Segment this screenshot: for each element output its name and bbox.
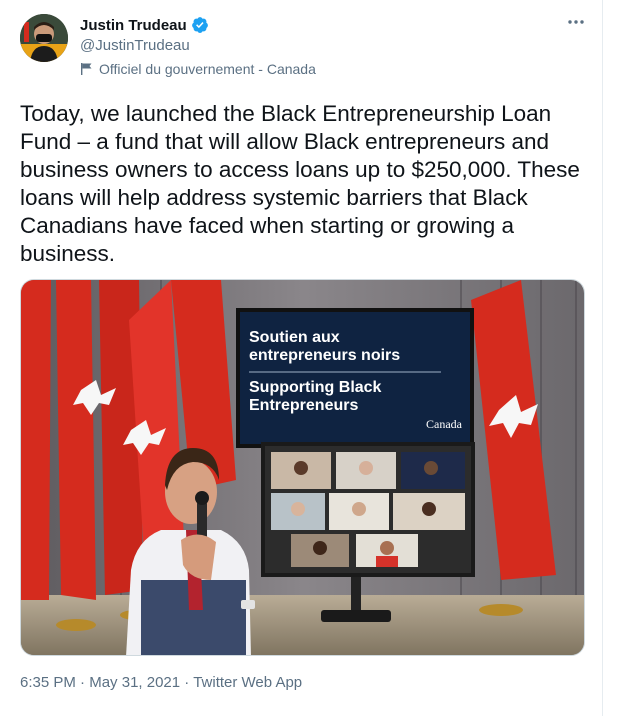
screen-title-en-line1: Supporting Black — [249, 379, 382, 396]
screen-title-fr-line1: Soutien aux — [249, 329, 340, 346]
screen-brand: Canada — [426, 417, 463, 431]
person-with-mask-avatar-icon — [20, 14, 68, 62]
tweet-footer: 6:35 PM · May 31, 2021 · Twitter Web App — [20, 674, 302, 691]
event-photo-image: Soutien aux entrepreneurs noirs Supporti… — [21, 280, 584, 655]
tweet-text: Today, we launched the Black Entrepreneu… — [20, 101, 580, 266]
author-display-name[interactable]: Justin Trudeau — [80, 17, 187, 34]
author-name-row: Justin Trudeau — [80, 16, 209, 34]
tweet-date[interactable]: May 31, 2021 — [89, 674, 180, 691]
tweet-source[interactable]: Twitter Web App — [193, 674, 302, 691]
screen-title-fr-line2: entrepreneurs noirs — [249, 347, 400, 364]
more-dots-icon — [568, 20, 584, 24]
footer-separator: · — [180, 674, 194, 691]
flag-icon — [81, 63, 92, 75]
screen-title-en-line2: Entrepreneurs — [249, 397, 358, 414]
tweet-card: Justin Trudeau @JustinTrudeau Officiel d… — [0, 0, 603, 716]
tweet-photo[interactable]: Soutien aux entrepreneurs noirs Supporti… — [20, 279, 585, 656]
government-label-text: Officiel du gouvernement - Canada — [99, 61, 316, 77]
author-handle[interactable]: @JustinTrudeau — [80, 37, 190, 54]
footer-separator: · — [75, 674, 90, 691]
government-label[interactable]: Officiel du gouvernement - Canada — [80, 61, 316, 77]
tweet-time[interactable]: 6:35 PM — [20, 674, 76, 691]
presentation-screen: Soutien aux entrepreneurs noirs Supporti… — [236, 308, 474, 448]
avatar[interactable] — [20, 14, 68, 62]
video-call-screen — [261, 442, 475, 577]
more-horizontal-icon[interactable] — [566, 12, 586, 37]
verified-badge-icon — [191, 17, 208, 33]
